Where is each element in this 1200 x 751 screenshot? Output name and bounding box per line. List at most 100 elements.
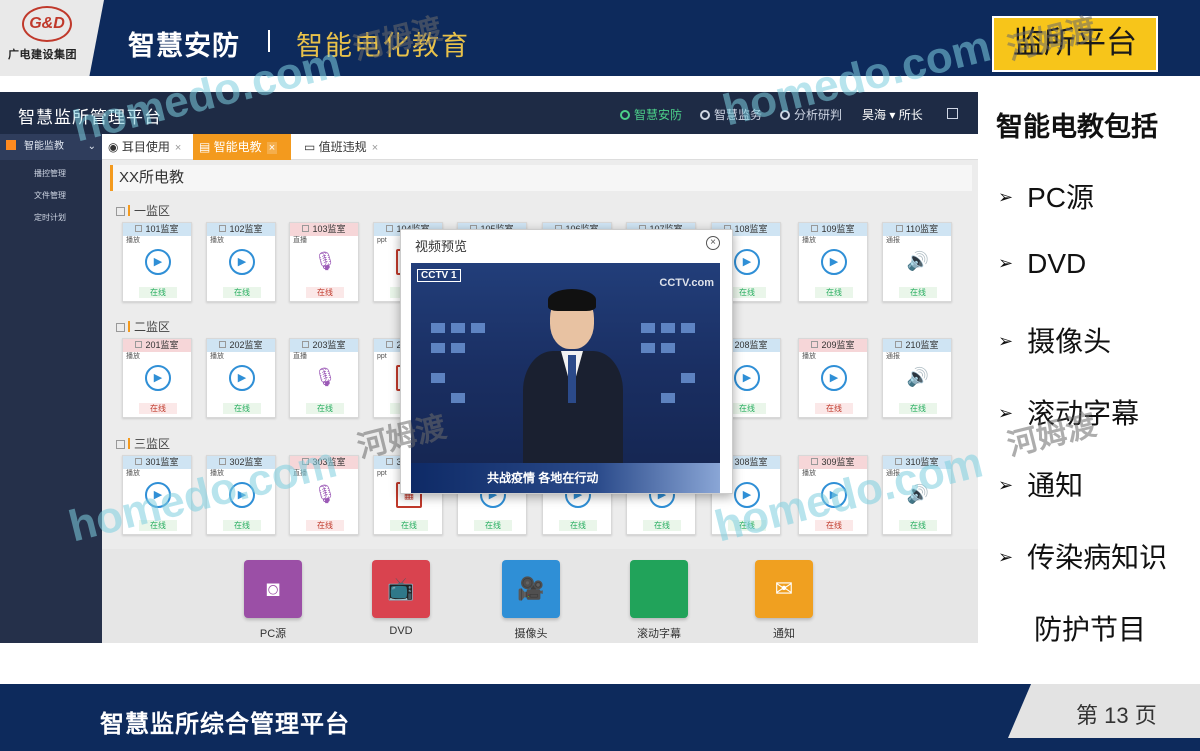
tab-smart-education[interactable]: ▤ 智能电教 × — [193, 134, 291, 160]
checkbox[interactable] — [386, 225, 394, 232]
source-label: 通知 — [773, 628, 795, 640]
nav-smart-security[interactable]: 智慧安防 — [620, 106, 682, 123]
grid-icon[interactable] — [947, 108, 958, 119]
room-mode: 播放 — [126, 237, 140, 244]
speaker-icon[interactable]: 🔊 — [905, 249, 931, 275]
studio-screen — [431, 373, 445, 383]
room-card-header: 201监室 — [123, 339, 191, 352]
room-card-header: 103监室 — [290, 223, 358, 236]
video-frame: CCTV 1 CCTV.com 共战疫情 各地在行动 — [411, 263, 720, 493]
sidebar-item-schedule[interactable]: 定时计划 — [34, 212, 66, 223]
slide-title-main: 智慧安防 — [128, 31, 240, 61]
modal-title: 视频预览 — [415, 239, 468, 254]
checkbox[interactable] — [811, 458, 819, 465]
checkbox[interactable] — [116, 440, 125, 449]
source-tile[interactable] — [630, 560, 688, 618]
arrow-bullet-icon: ➢ — [998, 475, 1014, 495]
company-logo: G&D 广电建设集团 — [0, 0, 104, 76]
checkbox[interactable] — [302, 225, 310, 232]
checkbox[interactable] — [135, 225, 143, 232]
play-icon[interactable]: ▶ — [734, 249, 760, 275]
status-badge: 在线 — [390, 520, 428, 531]
play-icon[interactable]: ▶ — [229, 249, 255, 275]
room-card[interactable]: 203监室 直播 🎙 在线 — [289, 338, 359, 418]
arrow-bullet-icon: ➢ — [998, 187, 1014, 207]
microphone-icon[interactable]: 🎙 — [312, 249, 338, 275]
source-tile[interactable]: 📺 — [372, 560, 430, 618]
status-badge: 在线 — [815, 403, 853, 414]
sidebar-item-files[interactable]: 文件管理 — [34, 190, 66, 201]
studio-screen — [451, 343, 465, 353]
arrow-bullet-icon: ➢ — [998, 547, 1014, 567]
source-tile[interactable]: ✉ — [755, 560, 813, 618]
room-card-header: 202监室 — [207, 339, 275, 352]
checkbox[interactable] — [895, 225, 903, 232]
checkbox[interactable] — [116, 323, 125, 332]
mail-icon: ✉ — [774, 576, 794, 601]
room-card[interactable]: 110监室 通报 🔊 在线 — [882, 222, 952, 302]
checkbox[interactable] — [895, 341, 903, 348]
source-tile[interactable]: 🎥 — [502, 560, 560, 618]
room-card[interactable]: 209监室 播放 ▶ 在线 — [798, 338, 868, 418]
room-card-header: 102监室 — [207, 223, 275, 236]
room-card[interactable]: 201监室 播放 ▶ 在线 — [122, 338, 192, 418]
room-card[interactable]: 103监室 直播 🎙 在线 — [289, 222, 359, 302]
status-badge: 在线 — [223, 287, 261, 298]
play-icon[interactable]: ▶ — [229, 365, 255, 391]
room-card-header: 301监室 — [123, 456, 191, 469]
room-mode: 播放 — [126, 353, 140, 360]
close-icon[interactable]: × — [266, 142, 278, 154]
room-card-header: 209监室 — [799, 339, 867, 352]
checkbox[interactable] — [386, 341, 394, 348]
room-card-header: 109监室 — [799, 223, 867, 236]
accent-bar — [128, 438, 130, 449]
tab-duty-violation[interactable]: ▭ 值班违规 × — [298, 134, 390, 160]
checkbox[interactable] — [302, 341, 310, 348]
checkbox[interactable] — [135, 458, 143, 465]
anchor-tie — [568, 355, 576, 403]
bullet-item: ➢ PC源 — [998, 182, 1094, 213]
zone-label[interactable]: 三监区 — [116, 435, 170, 452]
studio-screen — [431, 323, 445, 333]
checkbox[interactable] — [219, 341, 227, 348]
room-card[interactable]: 102监室 播放 ▶ 在线 — [206, 222, 276, 302]
room-mode: 通报 — [886, 353, 900, 360]
play-icon[interactable]: ▶ — [145, 365, 171, 391]
studio-screen — [641, 323, 655, 333]
room-mode: 播放 — [802, 353, 816, 360]
logo-text: 广电建设集团 — [8, 49, 77, 61]
play-icon[interactable]: ▶ — [821, 249, 847, 275]
checkbox[interactable] — [219, 225, 227, 232]
room-card[interactable]: 210监室 通报 🔊 在线 — [882, 338, 952, 418]
status-badge: 在线 — [815, 287, 853, 298]
room-card[interactable]: 109监室 播放 ▶ 在线 — [798, 222, 868, 302]
close-icon[interactable]: × — [706, 236, 720, 250]
room-card[interactable]: 101监室 播放 ▶ 在线 — [122, 222, 192, 302]
room-mode: 播放 — [210, 353, 224, 360]
checkbox[interactable] — [811, 341, 819, 348]
studio-screen — [451, 393, 465, 403]
close-icon[interactable]: × — [175, 142, 181, 154]
checkbox[interactable] — [116, 207, 125, 216]
speaker-icon[interactable]: 🔊 — [905, 365, 931, 391]
play-icon[interactable]: ▶ — [145, 249, 171, 275]
microphone-icon[interactable]: 🎙 — [312, 365, 338, 391]
source-tile[interactable]: ◙ — [244, 560, 302, 618]
studio-screen — [641, 343, 655, 353]
studio-screen — [681, 373, 695, 383]
sidebar-item-broadcast[interactable]: 播控管理 — [34, 168, 66, 179]
channel-logo: CCTV 1 — [417, 269, 461, 282]
tab-bar: ◉ 耳目使用 × ▤ 智能电教 × ▭ 值班违规 × — [102, 134, 978, 160]
room-mode: 直播 — [293, 237, 307, 244]
menu-square-icon — [6, 140, 16, 150]
play-icon[interactable]: ▶ — [734, 365, 760, 391]
checkbox[interactable] — [135, 341, 143, 348]
close-icon[interactable]: × — [372, 142, 378, 154]
zone-label[interactable]: 二监区 — [116, 318, 170, 335]
play-icon[interactable]: ▶ — [821, 365, 847, 391]
room-card[interactable]: 202监室 播放 ▶ 在线 — [206, 338, 276, 418]
user-menu[interactable]: 昊海 ▾ 所长 — [862, 106, 923, 123]
zone-label[interactable]: 一监区 — [116, 202, 170, 219]
accent-bar — [128, 321, 130, 332]
checkbox[interactable] — [811, 225, 819, 232]
